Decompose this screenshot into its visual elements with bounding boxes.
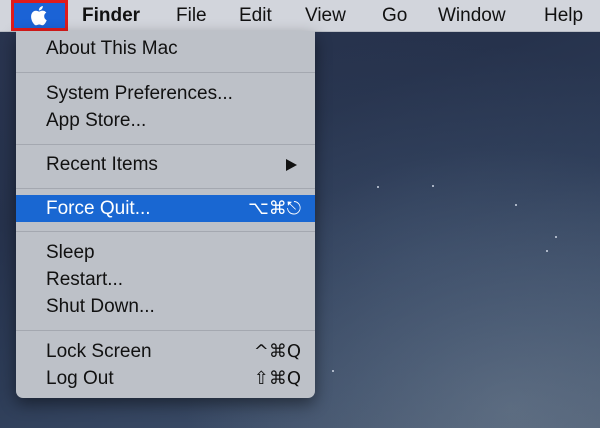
menu-edit[interactable]: Edit [239, 0, 272, 31]
menu-item-shortcut: ^⌘Q [253, 341, 301, 362]
menu-item-force-quit[interactable]: Force Quit... ⌥⌘⎋ [16, 195, 315, 222]
menu-item-label: Restart... [46, 269, 124, 290]
menu-item-label: Sleep [46, 242, 95, 263]
menu-item-shortcut: ⌥⌘⎋ [248, 198, 301, 219]
menu-window[interactable]: Window [438, 0, 506, 31]
menu-item-lock-screen[interactable]: Lock Screen ^⌘Q [16, 338, 315, 365]
star [515, 204, 517, 206]
menu-separator [16, 72, 315, 73]
star [377, 186, 379, 188]
menu-item-label: App Store... [46, 110, 147, 131]
menu-go[interactable]: Go [382, 0, 407, 31]
apple-menu-dropdown: About This Mac System Preferences... App… [16, 31, 315, 398]
menu-item-sleep[interactable]: Sleep [16, 239, 315, 266]
star [432, 185, 434, 187]
menu-item-label: Log Out [46, 368, 114, 389]
menu-separator [16, 188, 315, 189]
menu-item-app-store[interactable]: App Store... [16, 107, 315, 134]
menu-finder[interactable]: Finder [82, 0, 140, 31]
menu-item-about-this-mac[interactable]: About This Mac [16, 35, 315, 62]
menu-item-log-out[interactable]: Log Out ⇧⌘Q [16, 365, 315, 392]
apple-logo-icon [30, 4, 50, 27]
star [546, 250, 548, 252]
menu-item-recent-items[interactable]: Recent Items [16, 151, 315, 178]
menu-file[interactable]: File [176, 0, 207, 31]
menu-item-label: About This Mac [46, 38, 178, 59]
menu-item-label: Shut Down... [46, 296, 155, 317]
menu-view[interactable]: View [305, 0, 346, 31]
menu-item-system-preferences[interactable]: System Preferences... [16, 80, 315, 107]
menu-item-label: Recent Items [46, 154, 158, 175]
star [555, 236, 557, 238]
menu-separator [16, 330, 315, 331]
triangle-right-icon [286, 159, 297, 171]
menu-item-restart[interactable]: Restart... [16, 266, 315, 293]
menu-separator [16, 231, 315, 232]
menu-separator [16, 144, 315, 145]
menu-help[interactable]: Help [544, 0, 583, 31]
apple-menu-button[interactable] [11, 0, 68, 31]
menu-item-label: Lock Screen [46, 341, 152, 362]
menu-item-shortcut: ⇧⌘Q [253, 368, 301, 389]
star [332, 370, 334, 372]
menu-bar: Finder File Edit View Go Window Help [0, 0, 600, 32]
menu-item-label: Force Quit... [46, 198, 151, 219]
menu-item-shut-down[interactable]: Shut Down... [16, 293, 315, 320]
menu-item-label: System Preferences... [46, 83, 233, 104]
